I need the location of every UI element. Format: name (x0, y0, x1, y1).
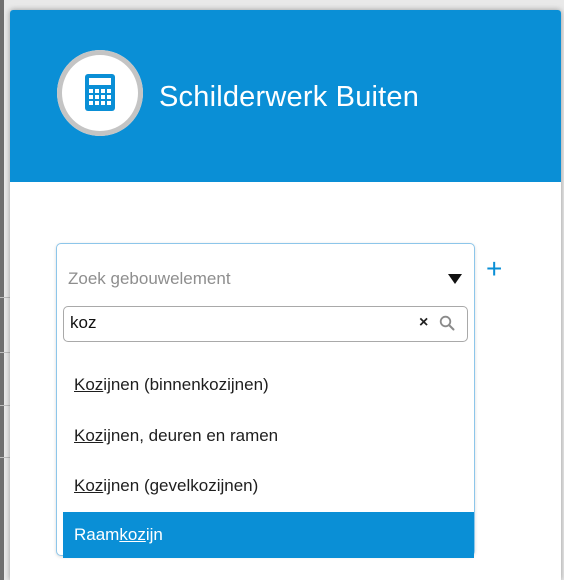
caret-down-icon[interactable] (448, 274, 462, 284)
option-label: Kozijnen (binnenkozijnen) (74, 375, 269, 394)
background-divider (0, 297, 10, 298)
background-divider (0, 352, 10, 353)
clear-icon[interactable]: × (419, 314, 428, 332)
list-item[interactable]: Kozijnen (gevelkozijnen) (63, 463, 474, 507)
option-match: koz (119, 525, 146, 544)
search-icon (439, 315, 455, 331)
search-field[interactable]: × (63, 306, 468, 342)
background-divider (0, 405, 10, 406)
plus-icon[interactable]: + (486, 255, 502, 283)
background-panel-edge (0, 0, 4, 580)
page-title: Schilderwerk Buiten (159, 81, 420, 113)
search-input[interactable] (66, 309, 410, 337)
card-header: Schilderwerk Buiten (10, 10, 561, 182)
list-item[interactable]: Kozijnen (binnenkozijnen) (63, 362, 474, 406)
background-divider (0, 457, 10, 458)
option-match: Koz (74, 426, 104, 445)
option-match: Koz (74, 476, 104, 495)
element-select-dropdown[interactable]: Zoek gebouwelement × Kozijnen (binnenkoz… (56, 243, 475, 558)
option-label: Kozijnen, deuren en ramen (74, 426, 279, 445)
list-item[interactable]: Kozijnen, deuren en ramen (63, 413, 474, 457)
option-label: Raamkozijn (74, 525, 163, 544)
option-label: Kozijnen (gevelkozijnen) (74, 476, 259, 495)
calculation-card: Schilderwerk Buiten Zoek gebouwelement ×… (10, 10, 561, 580)
calculator-icon (85, 74, 115, 111)
list-item-highlighted[interactable]: Raamkozijn (63, 512, 474, 558)
calculator-avatar (57, 50, 143, 136)
select-placeholder[interactable]: Zoek gebouwelement (68, 269, 231, 289)
option-match: Koz (74, 375, 104, 394)
